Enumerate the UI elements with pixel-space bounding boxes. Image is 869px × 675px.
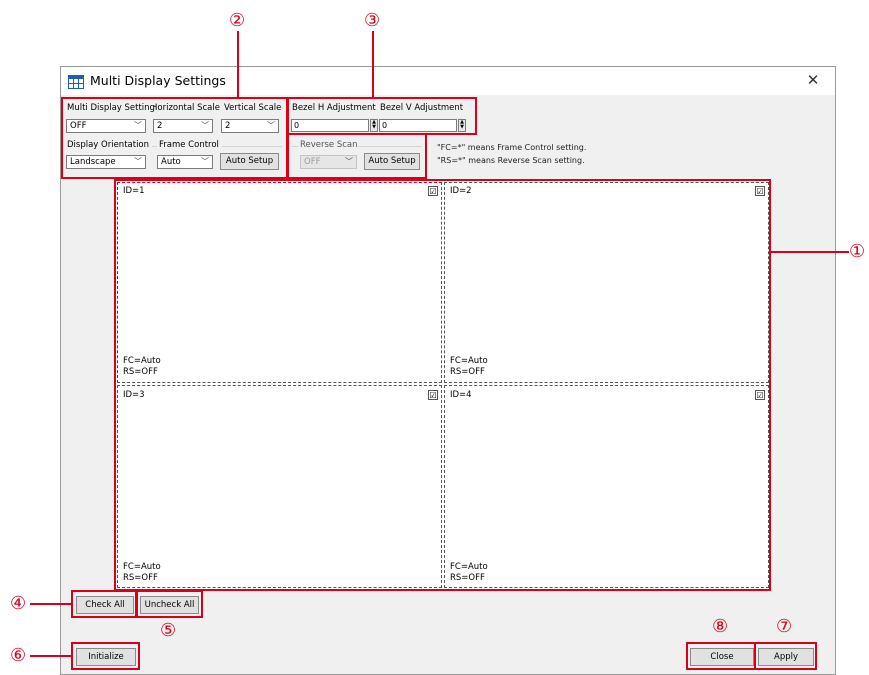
callout-box-3: [287, 97, 477, 135]
display-cell-3[interactable]: [117, 385, 442, 588]
display-cell-1[interactable]: [117, 182, 442, 383]
leader-line-1: [771, 251, 849, 253]
hint-frame-control: "FC=*" means Frame Control setting.: [437, 143, 587, 152]
callout-box-5: [136, 590, 203, 618]
display-3-checkbox[interactable]: ☑: [428, 390, 438, 400]
callout-box-7: [754, 642, 817, 670]
window-title: Multi Display Settings: [90, 73, 226, 88]
hint-reverse-scan: "RS=*" means Reverse Scan setting.: [437, 156, 585, 165]
display-fc: FC=Auto: [450, 356, 488, 366]
display-id: ID=1: [123, 186, 145, 196]
leader-line-3: [372, 31, 374, 98]
display-cell-4[interactable]: [444, 385, 769, 588]
display-rs: RS=OFF: [450, 367, 485, 377]
callout-number-6: ⑥: [10, 645, 27, 666]
callout-number-1: ①: [849, 241, 866, 262]
callout-number-7: ⑦: [776, 616, 793, 637]
leader-line-6: [30, 655, 72, 657]
display-rs: RS=OFF: [123, 367, 158, 377]
display-id: ID=4: [450, 390, 472, 400]
callout-box-2: [61, 97, 288, 179]
callout-number-5: ⑤: [160, 620, 177, 641]
display-fc: FC=Auto: [123, 562, 161, 572]
display-4-checkbox[interactable]: ☑: [755, 390, 765, 400]
callout-box-6: [71, 642, 140, 670]
display-fc: FC=Auto: [123, 356, 161, 366]
display-fc: FC=Auto: [450, 562, 488, 572]
display-cell-2[interactable]: [444, 182, 769, 383]
callout-number-8: ⑧: [712, 616, 729, 637]
callout-number-2: ②: [229, 10, 246, 31]
grid-app-icon: [68, 74, 84, 89]
display-id: ID=2: [450, 186, 472, 196]
callout-box-4: [71, 590, 137, 618]
display-rs: RS=OFF: [123, 573, 158, 583]
leader-line-2: [237, 31, 239, 98]
display-rs: RS=OFF: [450, 573, 485, 583]
leader-line-4: [30, 603, 72, 605]
display-id: ID=3: [123, 390, 145, 400]
callout-number-4: ④: [10, 593, 27, 614]
display-1-checkbox[interactable]: ☑: [428, 186, 438, 196]
callout-box-2b: [287, 134, 427, 179]
callout-box-8: [686, 642, 756, 670]
display-2-checkbox[interactable]: ☑: [755, 186, 765, 196]
callout-number-3: ③: [364, 10, 381, 31]
close-icon[interactable]: ✕: [803, 70, 823, 90]
